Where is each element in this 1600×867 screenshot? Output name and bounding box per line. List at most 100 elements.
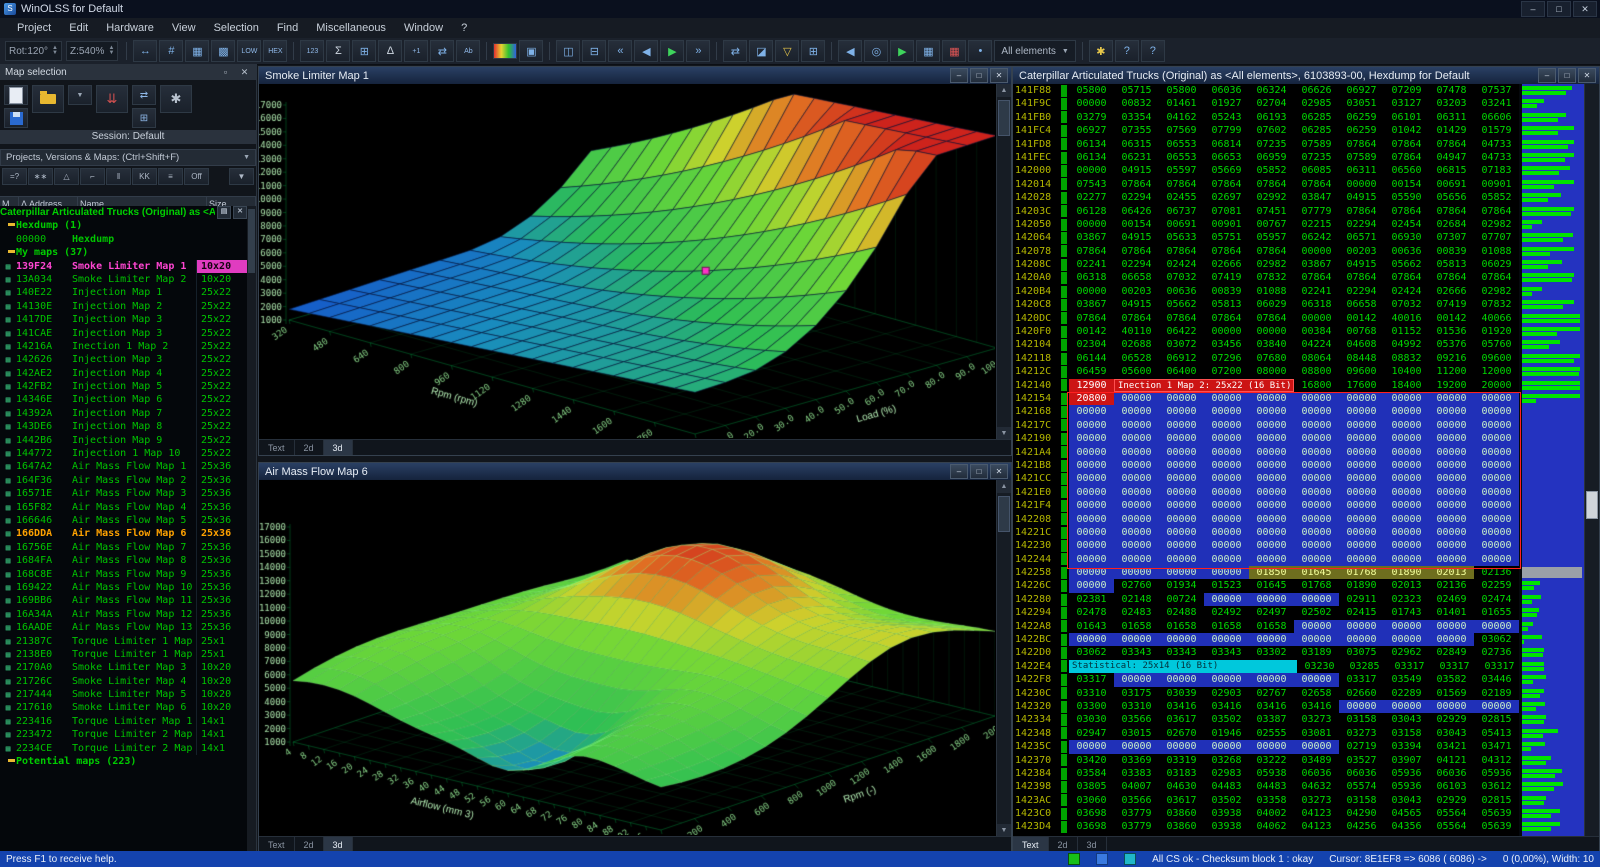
hex-cell[interactable]: 08000 xyxy=(1249,365,1294,378)
hex-cell[interactable]: 02415 xyxy=(1339,606,1384,619)
hex-cell[interactable]: 02666 xyxy=(1429,285,1474,298)
hex-cell[interactable]: 07864 xyxy=(1384,205,1429,218)
hex-cell[interactable]: 00000 xyxy=(1204,526,1249,539)
hex-cell[interactable]: 01429 xyxy=(1429,124,1474,137)
hex-cell[interactable]: 03317 xyxy=(1387,660,1432,673)
project-dropdown-button[interactable]: ▼ xyxy=(68,85,92,105)
scrollbar-handle[interactable] xyxy=(248,209,255,273)
hex-cell[interactable]: 05852 xyxy=(1249,164,1294,177)
hex-cell[interactable]: 00724 xyxy=(1159,593,1204,606)
hex-cell[interactable]: 03582 xyxy=(1429,673,1474,686)
hex-cell[interactable]: 01890 xyxy=(1384,566,1429,579)
hex-cell[interactable]: 07419 xyxy=(1429,298,1474,311)
hex-cell[interactable]: 04290 xyxy=(1339,807,1384,820)
hex-address[interactable]: 1422A8 xyxy=(1013,620,1061,633)
hex-cell[interactable]: 01946 xyxy=(1204,727,1249,740)
hex-cell[interactable]: 07864 xyxy=(1339,138,1384,151)
hex-cell[interactable]: 02849 xyxy=(1429,646,1474,659)
new-document-button[interactable] xyxy=(4,85,28,105)
hex-cell[interactable]: 00000 xyxy=(1114,499,1159,512)
hex-cell[interactable]: 01927 xyxy=(1204,97,1249,110)
hex-cell[interactable]: 00000 xyxy=(1474,459,1519,472)
hex-cell[interactable]: 00000 xyxy=(1339,620,1384,633)
hex-cell[interactable]: 00000 xyxy=(1114,472,1159,485)
smoke-limiter-titlebar[interactable]: Smoke Limiter Map 1 – □ ✕ xyxy=(259,67,1011,84)
hex-address[interactable]: 1421A4 xyxy=(1013,446,1061,459)
hex-cell[interactable]: 02982 xyxy=(1249,258,1294,271)
hex-cell[interactable]: 01088 xyxy=(1249,285,1294,298)
hex-cell[interactable]: 00000 xyxy=(1159,633,1204,646)
hex-cell[interactable]: 03502 xyxy=(1204,794,1249,807)
hex-cell[interactable]: 00000 xyxy=(1069,499,1114,512)
hex-cell[interactable]: 06737 xyxy=(1159,205,1204,218)
hex-cell[interactable]: 00000 xyxy=(1294,459,1339,472)
map-row[interactable]: ▦139F24Smoke Limiter Map 110x20 xyxy=(0,260,247,273)
hex-cell[interactable]: 07864 xyxy=(1204,245,1249,258)
hex-cell[interactable]: 00000 xyxy=(1069,459,1114,472)
filter-button-7[interactable]: ≡ xyxy=(158,168,183,185)
hex-cell[interactable]: 00000 xyxy=(1384,392,1429,405)
hex-address[interactable]: 141F88 xyxy=(1013,84,1061,97)
close-button[interactable]: ✕ xyxy=(990,68,1008,83)
hex-cell[interactable]: 04915 xyxy=(1114,298,1159,311)
hex-cell[interactable]: 00000 xyxy=(1204,593,1249,606)
hex-cell[interactable]: 00000 xyxy=(1069,740,1114,753)
hex-cell[interactable]: 01934 xyxy=(1159,579,1204,592)
hex-cell[interactable]: 07537 xyxy=(1474,84,1519,97)
map-row[interactable]: ▦16AADEAir Mass Flow Map 1325x36 xyxy=(0,621,247,634)
hex-cell[interactable]: 04630 xyxy=(1159,780,1204,793)
hex-cell[interactable]: 03617 xyxy=(1159,713,1204,726)
hex-cell[interactable]: 00000 xyxy=(1159,526,1204,539)
hex-cell[interactable]: 16800 xyxy=(1294,379,1339,392)
hex-cell[interactable]: 04162 xyxy=(1159,111,1204,124)
hex-cell[interactable]: 03421 xyxy=(1429,740,1474,753)
smoke-limiter-3d-plot[interactable] xyxy=(259,84,995,438)
scroll-up-icon[interactable]: ▲ xyxy=(997,84,1011,97)
hex-cell[interactable]: 02474 xyxy=(1474,593,1519,606)
hex-cell[interactable]: 06318 xyxy=(1294,298,1339,311)
hex-cell[interactable]: 00000 xyxy=(1474,526,1519,539)
decimal-icon[interactable]: 123 xyxy=(300,40,324,62)
hex-cell[interactable]: 03502 xyxy=(1204,713,1249,726)
hex-cell[interactable]: 04002 xyxy=(1249,807,1294,820)
maximize-button[interactable]: □ xyxy=(970,464,988,479)
hex-cell[interactable]: 07602 xyxy=(1249,124,1294,137)
hex-cell[interactable]: 00000 xyxy=(1249,593,1294,606)
hex-cell[interactable]: 00000 xyxy=(1159,513,1204,526)
plot2-tab-3d[interactable]: 3d xyxy=(324,837,353,852)
hex-cell[interactable]: 00000 xyxy=(1339,392,1384,405)
hex-cell[interactable]: 01523 xyxy=(1204,579,1249,592)
map-row[interactable]: ▦13A034Smoke Limiter Map 210x20 xyxy=(0,273,247,286)
hex-cell[interactable]: 07864 xyxy=(1294,271,1339,284)
map-row[interactable]: ▦143DE6Injection Map 825x22 xyxy=(0,420,247,433)
hex-cell[interactable]: 00000 xyxy=(1204,553,1249,566)
hex-cell[interactable]: 00000 xyxy=(1384,405,1429,418)
hex-cell[interactable]: 07864 xyxy=(1069,245,1114,258)
hex-cell[interactable]: 02497 xyxy=(1249,606,1294,619)
hex-tab-text[interactable]: Text xyxy=(1013,837,1049,852)
hex-cell[interactable]: 03302 xyxy=(1249,646,1294,659)
map-row[interactable]: ▦14130EInjection Map 225x22 xyxy=(0,300,247,313)
hex-cell[interactable]: 00000 xyxy=(1339,459,1384,472)
hex-cell[interactable]: 05938 xyxy=(1249,767,1294,780)
hex-cell[interactable]: 05760 xyxy=(1474,338,1519,351)
hex-cell[interactable]: 00000 xyxy=(1159,419,1204,432)
hex-cell[interactable]: 00000 xyxy=(1339,526,1384,539)
menu-hardware[interactable]: Hardware xyxy=(97,20,163,36)
hex-cell[interactable]: 00000 xyxy=(1069,539,1114,552)
hex-cell[interactable]: 03317 xyxy=(1477,660,1519,673)
hex-cell[interactable]: 03343 xyxy=(1204,646,1249,659)
folder-my-maps[interactable]: My maps (37) xyxy=(0,246,247,259)
map-row[interactable]: ▦223416Torque Limiter Map 114x1 xyxy=(0,715,247,728)
help-icon[interactable]: ? xyxy=(1115,40,1139,62)
map-row[interactable]: ▦217444Smoke Limiter Map 510x20 xyxy=(0,688,247,701)
hex-cell[interactable]: 00000 xyxy=(1249,405,1294,418)
map-row[interactable]: ▦1442B6Injection Map 925x22 xyxy=(0,434,247,447)
map-row[interactable]: ▦217610Smoke Limiter Map 610x20 xyxy=(0,701,247,714)
hex-cell[interactable]: 03387 xyxy=(1249,713,1294,726)
hex-cell[interactable]: 00000 xyxy=(1069,566,1114,579)
hex-cell[interactable]: 00000 xyxy=(1159,740,1204,753)
hex-cell[interactable]: 00142 xyxy=(1339,312,1384,325)
hex-cell[interactable]: 05564 xyxy=(1429,807,1474,820)
minimize-button[interactable]: – xyxy=(1521,1,1545,17)
